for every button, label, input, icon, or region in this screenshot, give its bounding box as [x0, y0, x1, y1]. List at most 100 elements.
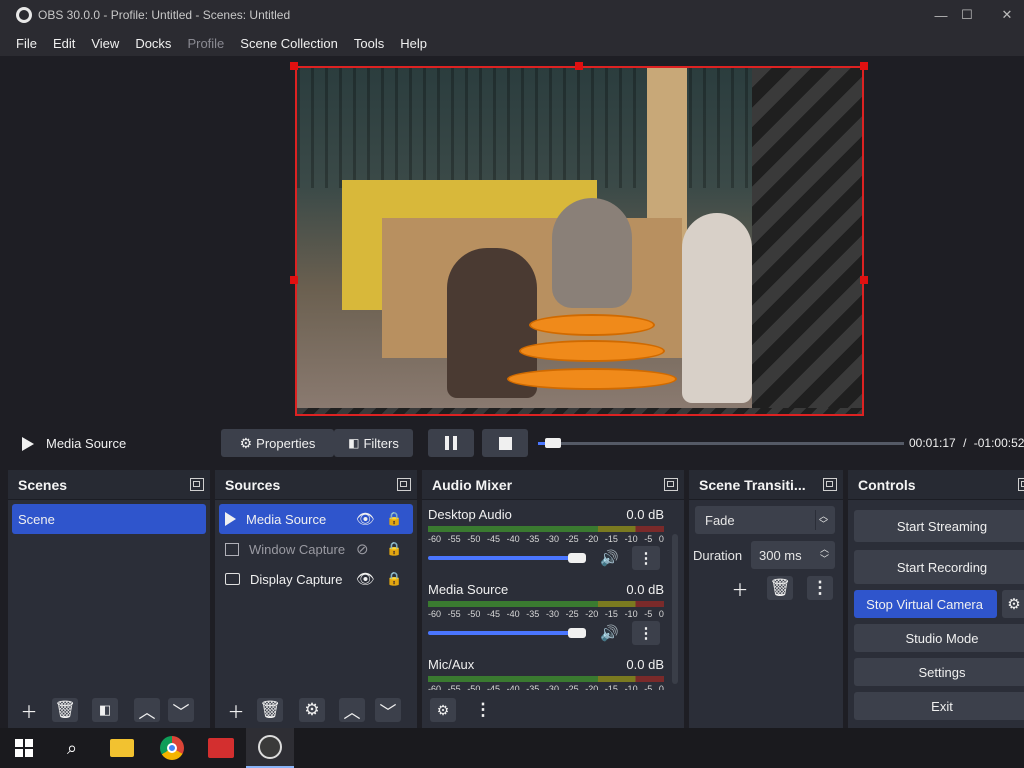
media-controls-bar: Media Source ⚙ Properties ◧ Filters 00:0… [8, 424, 1024, 464]
search-icon: ⌕ [66, 737, 78, 758]
settings-button[interactable]: Settings [854, 658, 1024, 686]
search-button[interactable]: ⌕ [48, 728, 96, 768]
kebab-icon: ⋮ [638, 625, 654, 642]
meter-scale: -60 -55 -50 -45 -40 -35 -30 -25 -20 -15 -10 -5 0 [428, 684, 664, 690]
volume-slider[interactable] [428, 628, 586, 638]
advanced-audio-button[interactable]: ⚙ [430, 698, 456, 722]
channel-db: 0.0 dB [626, 507, 664, 522]
channel-menu-button[interactable]: ⋮ [632, 546, 660, 570]
volume-thumb[interactable] [568, 553, 586, 563]
elapsed-time: 00:01:17 [909, 436, 956, 450]
remove-transition-button[interactable]: 🗑 [767, 576, 793, 600]
source-item[interactable]: Media Source 👁 🔒 [219, 504, 413, 534]
channel-menu-button[interactable]: ⋮ [632, 621, 660, 645]
undock-icon[interactable] [190, 478, 204, 491]
lock-icon[interactable]: 🔒 [386, 541, 402, 557]
volume-thumb[interactable] [568, 628, 586, 638]
source-properties-button[interactable]: ⚙ [299, 698, 325, 722]
eye-icon[interactable]: 👁 [356, 510, 375, 528]
resize-handle[interactable] [860, 62, 868, 70]
menu-help[interactable]: Help [392, 36, 435, 51]
close-button[interactable]: ✕ [984, 0, 1024, 30]
undock-icon[interactable] [1018, 478, 1024, 491]
channel-name: Mic/Aux [428, 657, 475, 672]
menu-profile[interactable]: Profile [179, 36, 232, 51]
source-item[interactable]: Window Capture ⊘ 🔒 [219, 534, 413, 564]
gears-icon: ⚙ [436, 701, 450, 718]
menu-view[interactable]: View [83, 36, 127, 51]
undock-icon[interactable] [664, 478, 678, 491]
play-icon [225, 512, 236, 526]
mixer-menu-button[interactable]: ⋮ [470, 698, 496, 722]
chevron-up-icon: ︿ [138, 702, 156, 722]
move-scene-down-button[interactable]: ﹀ [168, 698, 194, 722]
pause-button[interactable] [428, 429, 474, 457]
start-button[interactable] [0, 728, 48, 768]
add-source-button[interactable]: ＋ [223, 698, 249, 722]
menu-edit[interactable]: Edit [45, 36, 83, 51]
start-recording-button[interactable]: Start Recording [854, 550, 1024, 584]
preview-canvas[interactable] [295, 66, 864, 416]
seek-slider[interactable] [538, 438, 904, 448]
start-streaming-button[interactable]: Start Streaming [854, 510, 1024, 542]
filter-icon: ◧ [98, 702, 112, 717]
volume-meter [428, 526, 664, 532]
menu-file[interactable]: File [8, 36, 45, 51]
eye-icon[interactable]: 👁 [356, 570, 375, 588]
transition-menu-button[interactable]: ⋮ [807, 576, 833, 600]
properties-button[interactable]: ⚙ Properties [221, 429, 334, 457]
trash-icon: 🗑 [259, 700, 281, 719]
plus-icon: ＋ [731, 580, 749, 600]
resize-handle[interactable] [290, 276, 298, 284]
menu-tools[interactable]: Tools [346, 36, 392, 51]
resize-handle[interactable] [290, 62, 298, 70]
speaker-icon[interactable]: 🔊 [600, 624, 619, 642]
lock-icon[interactable]: 🔒 [386, 511, 402, 527]
volume-slider[interactable] [428, 553, 586, 563]
monitor-icon [225, 573, 240, 585]
stop-button[interactable] [482, 429, 528, 457]
resize-handle[interactable] [860, 276, 868, 284]
virtual-camera-settings-button[interactable]: ⚙ [1002, 590, 1024, 618]
remove-scene-button[interactable]: 🗑 [52, 698, 78, 722]
obs-logo-icon [16, 7, 32, 23]
duration-label: Duration [693, 548, 743, 563]
scrollbar[interactable] [672, 534, 678, 684]
speaker-icon[interactable]: 🔊 [600, 549, 619, 567]
trash-icon: 🗑 [769, 578, 791, 597]
menu-docks[interactable]: Docks [127, 36, 179, 51]
channel-db: 0.0 dB [626, 657, 664, 672]
app-button[interactable] [197, 728, 245, 768]
obs-icon [258, 735, 282, 759]
duration-spinbox[interactable]: 300 ms ︿ ﹀ [751, 541, 835, 569]
transition-select[interactable]: Fade ︿ ﹀ [695, 506, 835, 534]
eye-hidden-icon[interactable]: ⊘ [356, 540, 369, 558]
scene-item[interactable]: Scene [12, 504, 206, 534]
menu-scene-collection[interactable]: Scene Collection [232, 36, 346, 51]
move-source-up-button[interactable]: ︿ [339, 698, 365, 722]
spin-arrows-icon[interactable]: ︿ ﹀ [820, 544, 829, 564]
remove-source-button[interactable]: 🗑 [257, 698, 283, 722]
undock-icon[interactable] [397, 478, 411, 491]
stop-virtual-camera-button[interactable]: Stop Virtual Camera [854, 590, 997, 618]
lock-icon[interactable]: 🔒 [386, 571, 402, 587]
exit-button[interactable]: Exit [854, 692, 1024, 720]
add-scene-button[interactable]: ＋ [16, 698, 42, 722]
file-explorer-button[interactable] [98, 728, 146, 768]
source-item[interactable]: Display Capture 👁 🔒 [219, 564, 413, 594]
move-scene-up-button[interactable]: ︿ [134, 698, 160, 722]
scene-filters-button[interactable]: ◧ [92, 698, 118, 722]
filters-button[interactable]: ◧ Filters [334, 429, 413, 457]
scene-transitions-dock: Scene Transiti... Fade ︿ ﹀ Duration 300 m… [689, 470, 843, 728]
undock-icon[interactable] [823, 478, 837, 491]
studio-mode-button[interactable]: Studio Mode [854, 624, 1024, 652]
scenes-dock: Scenes Scene ＋ 🗑 ◧ ︿ ﹀ [8, 470, 210, 728]
seek-thumb[interactable] [544, 438, 561, 448]
move-source-down-button[interactable]: ﹀ [375, 698, 401, 722]
chrome-icon [160, 736, 184, 760]
obs-taskbar-button[interactable] [246, 728, 294, 768]
add-transition-button[interactable]: ＋ [727, 576, 753, 600]
filter-icon: ◧ [348, 436, 360, 450]
chrome-button[interactable] [148, 728, 196, 768]
resize-handle[interactable] [575, 62, 583, 70]
